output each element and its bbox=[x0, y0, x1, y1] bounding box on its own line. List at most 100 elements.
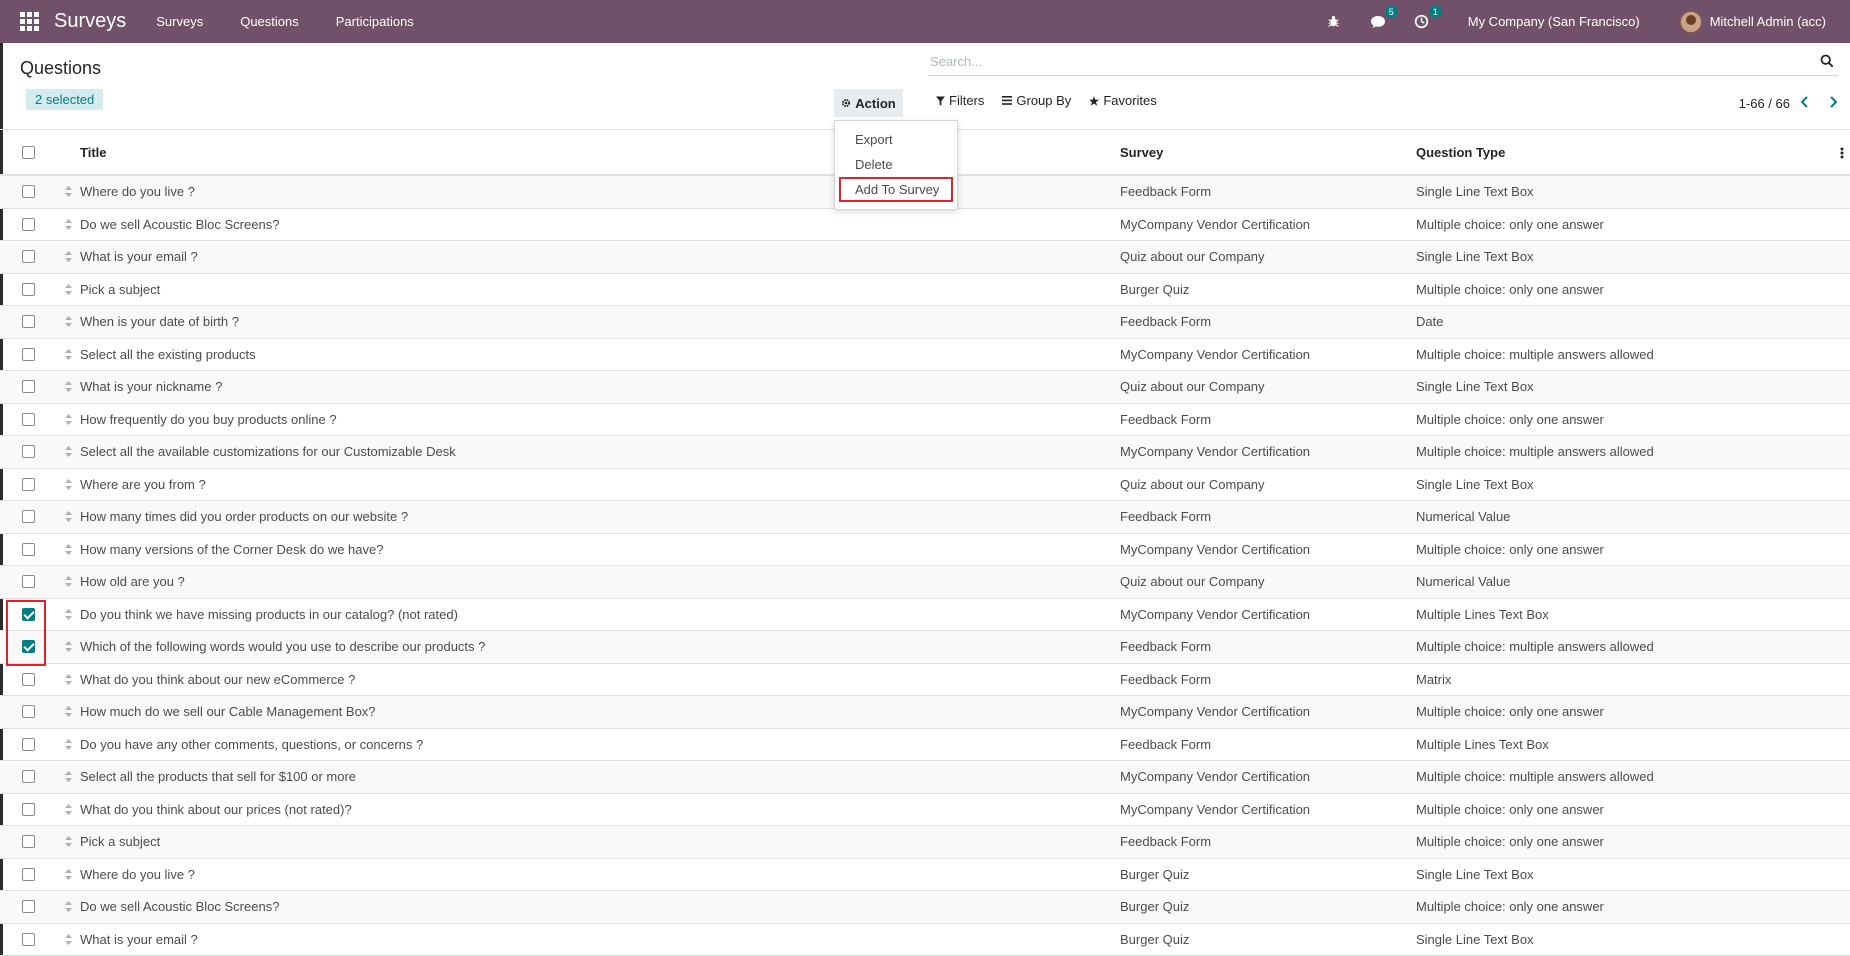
cell-survey: Feedback Form bbox=[1120, 411, 1212, 427]
table-row[interactable]: What do you think about our prices (not … bbox=[0, 794, 1850, 826]
table-row[interactable]: How old are you ? Quiz about our Company N… bbox=[0, 566, 1850, 599]
menu-item-add-to-survey[interactable]: Add To Survey bbox=[839, 177, 953, 202]
search-input[interactable] bbox=[928, 48, 1788, 74]
table-row[interactable]: Select all the existing products MyCompan… bbox=[0, 339, 1850, 371]
drag-handle-icon[interactable] bbox=[56, 738, 80, 750]
row-checkbox[interactable] bbox=[21, 737, 35, 751]
nav-surveys[interactable]: Surveys bbox=[156, 14, 203, 29]
search-icon[interactable] bbox=[1820, 54, 1834, 68]
chevron-left-icon[interactable] bbox=[1798, 95, 1812, 109]
drag-handle-icon[interactable] bbox=[56, 608, 80, 620]
user-menu[interactable]: Mitchell Admin (acc) bbox=[1710, 14, 1826, 29]
drag-handle-icon[interactable] bbox=[56, 836, 80, 848]
drag-handle-icon[interactable] bbox=[56, 641, 80, 653]
drag-handle-icon[interactable] bbox=[56, 868, 80, 880]
drag-handle-icon[interactable] bbox=[56, 933, 80, 945]
row-checkbox[interactable] bbox=[21, 900, 35, 914]
drag-handle-icon[interactable] bbox=[56, 478, 80, 490]
drag-handle-icon[interactable] bbox=[56, 316, 80, 328]
filters-button[interactable]: Filters bbox=[936, 93, 984, 108]
menu-item-export[interactable]: Export bbox=[835, 127, 957, 152]
table-row[interactable]: What do you think about our new eCommerc… bbox=[0, 664, 1850, 696]
table-row[interactable]: Do we sell Acoustic Bloc Screens? Burger … bbox=[0, 891, 1850, 924]
table-row[interactable]: When is your date of birth ? Feedback For… bbox=[0, 306, 1850, 339]
drag-handle-icon[interactable] bbox=[56, 673, 80, 685]
action-button[interactable]: Action bbox=[834, 89, 903, 117]
drag-handle-icon[interactable] bbox=[56, 218, 80, 230]
drag-handle-icon[interactable] bbox=[56, 446, 80, 458]
table-row[interactable]: Which of the following words would you u… bbox=[0, 631, 1850, 664]
messages-icon[interactable]: 5 bbox=[1370, 5, 1398, 30]
table-row[interactable]: What is your email ? Quiz about our Compa… bbox=[0, 241, 1850, 274]
drag-handle-icon[interactable] bbox=[56, 576, 80, 588]
pager-value[interactable]: 1-66 / 66 bbox=[1739, 96, 1790, 111]
column-options-icon[interactable] bbox=[1816, 147, 1850, 159]
row-checkbox[interactable] bbox=[21, 932, 35, 946]
cell-question-type: Numerical Value bbox=[1416, 574, 1511, 590]
nav-participations[interactable]: Participations bbox=[336, 14, 414, 29]
row-checkbox[interactable] bbox=[21, 380, 35, 394]
row-checkbox[interactable] bbox=[21, 835, 35, 849]
debug-bug-icon[interactable] bbox=[1326, 14, 1342, 30]
favorites-button[interactable]: Favorites bbox=[1089, 93, 1157, 108]
table-row[interactable]: Do we sell Acoustic Bloc Screens? MyCompa… bbox=[0, 209, 1850, 241]
drag-handle-icon[interactable] bbox=[56, 413, 80, 425]
chevron-right-icon[interactable] bbox=[1826, 95, 1840, 109]
table-row[interactable]: Select all the products that sell for $1… bbox=[0, 761, 1850, 794]
column-survey[interactable]: Survey bbox=[1120, 145, 1416, 160]
table-row[interactable]: Where do you live ? Burger Quiz Single Lin… bbox=[0, 859, 1850, 891]
drag-handle-icon[interactable] bbox=[56, 186, 80, 198]
row-checkbox[interactable] bbox=[21, 250, 35, 264]
menu-item-delete[interactable]: Delete bbox=[835, 152, 957, 177]
drag-handle-icon[interactable] bbox=[56, 511, 80, 523]
user-avatar[interactable] bbox=[1679, 10, 1702, 33]
table-row[interactable]: How many times did you order products on… bbox=[0, 501, 1850, 534]
drag-handle-icon[interactable] bbox=[56, 803, 80, 815]
drag-handle-icon[interactable] bbox=[56, 543, 80, 555]
table-row[interactable]: How many versions of the Corner Desk do … bbox=[0, 534, 1850, 566]
table-row[interactable]: Pick a subject Burger Quiz Multiple choice… bbox=[0, 274, 1850, 306]
drag-handle-icon[interactable] bbox=[56, 348, 80, 360]
table-row[interactable]: Where are you from ? Quiz about our Compa… bbox=[0, 469, 1850, 501]
row-checkbox[interactable] bbox=[21, 542, 35, 556]
row-checkbox[interactable] bbox=[21, 510, 35, 524]
table-row[interactable]: How much do we sell our Cable Management… bbox=[0, 696, 1850, 729]
row-checkbox[interactable] bbox=[21, 477, 35, 491]
activity-clock-icon[interactable]: 1 bbox=[1414, 5, 1442, 30]
drag-handle-icon[interactable] bbox=[56, 901, 80, 913]
row-checkbox[interactable] bbox=[21, 217, 35, 231]
nav-questions[interactable]: Questions bbox=[240, 14, 299, 29]
activity-badge: 1 bbox=[1428, 5, 1442, 18]
drag-handle-icon[interactable] bbox=[56, 283, 80, 295]
row-checkbox[interactable] bbox=[21, 575, 35, 589]
column-question-type[interactable]: Question Type bbox=[1416, 145, 1816, 160]
drag-handle-icon[interactable] bbox=[56, 706, 80, 718]
table-row[interactable]: How frequently do you buy products onlin… bbox=[0, 404, 1850, 436]
table-row[interactable]: Do you think we have missing products in… bbox=[0, 599, 1850, 631]
drag-handle-icon[interactable] bbox=[56, 381, 80, 393]
table-row[interactable]: Do you have any other comments, question… bbox=[0, 729, 1850, 761]
row-checkbox[interactable] bbox=[21, 672, 35, 686]
table-row[interactable]: What is your nickname ? Quiz about our Co… bbox=[0, 371, 1850, 404]
company-switcher[interactable]: My Company (San Francisco) bbox=[1468, 14, 1640, 29]
row-checkbox[interactable] bbox=[21, 770, 35, 784]
row-checkbox[interactable] bbox=[21, 705, 35, 719]
row-checkbox[interactable] bbox=[21, 347, 35, 361]
select-all-checkbox[interactable] bbox=[21, 146, 35, 159]
table-row[interactable]: Pick a subject Feedback Form Multiple choi… bbox=[0, 826, 1850, 859]
row-checkbox[interactable] bbox=[21, 867, 35, 881]
groupby-button[interactable]: Group By bbox=[1002, 93, 1071, 108]
row-checkbox[interactable] bbox=[21, 185, 35, 199]
app-brand[interactable]: Surveys bbox=[54, 10, 126, 33]
row-checkbox[interactable] bbox=[21, 412, 35, 426]
drag-handle-icon[interactable] bbox=[56, 251, 80, 263]
column-title[interactable]: Title bbox=[80, 145, 1120, 160]
drag-handle-icon[interactable] bbox=[56, 771, 80, 783]
row-checkbox[interactable] bbox=[21, 282, 35, 296]
row-checkbox[interactable] bbox=[21, 315, 35, 329]
row-checkbox[interactable] bbox=[21, 445, 35, 459]
table-row[interactable]: Select all the available customizations … bbox=[0, 436, 1850, 469]
apps-menu-icon[interactable] bbox=[20, 11, 40, 32]
row-checkbox[interactable] bbox=[21, 802, 35, 816]
table-row[interactable]: What is your email ? Burger Quiz Single Li… bbox=[0, 924, 1850, 956]
